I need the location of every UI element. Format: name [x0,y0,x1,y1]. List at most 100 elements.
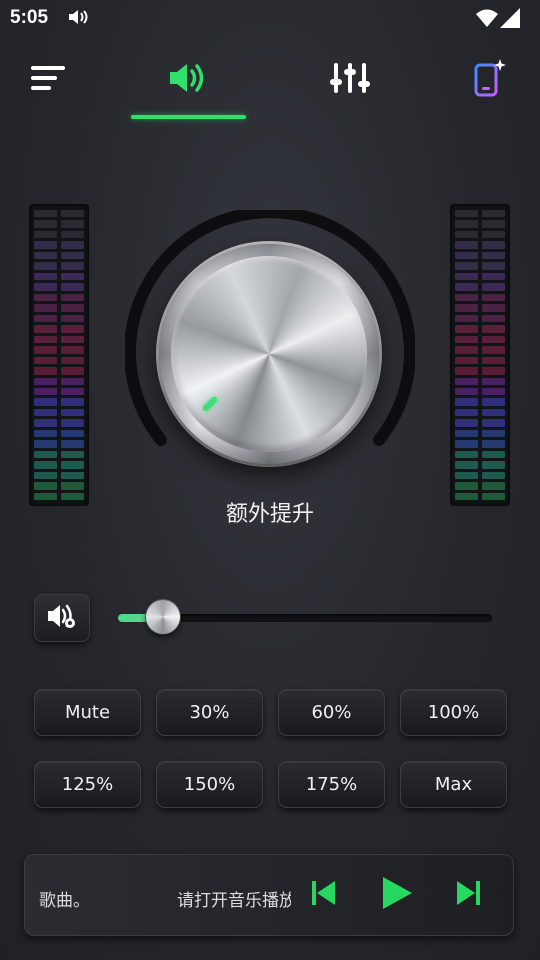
vu-segment [34,241,57,249]
vu-column [34,210,57,501]
slider-thumb[interactable] [145,600,180,634]
vu-segment [34,440,57,448]
vu-segment [482,408,505,417]
vu-segment [61,346,84,354]
vu-segment [61,387,84,396]
vu-segment [455,283,478,291]
vu-segment [455,272,478,281]
preset-row-2: 125% 150% 175% Max [34,761,507,808]
vu-segment [482,304,505,312]
menu-button[interactable] [24,50,74,110]
preset-mute-button[interactable]: Mute [34,689,141,736]
vu-segment [34,367,57,375]
top-navigation [0,50,540,122]
vu-segment [61,471,84,480]
vu-segment [482,387,505,396]
vu-segment [61,429,84,438]
next-button[interactable] [453,877,483,913]
vu-segment [61,251,84,260]
vu-segment [482,241,505,249]
vu-segment [455,230,478,239]
vu-segment [455,241,478,249]
vu-segment [61,241,84,249]
vu-segment [482,398,505,406]
vu-segment [34,471,57,480]
vu-segment [482,283,505,291]
vu-segment [61,398,84,406]
vu-segment [34,230,57,239]
preset-100-button[interactable]: 100% [400,689,507,736]
play-button[interactable] [377,875,417,915]
vu-segment [34,283,57,291]
volume-boost-icon [168,61,208,100]
vu-segment [455,325,478,333]
vu-segment [482,230,505,239]
signal-icon [500,8,520,33]
vu-segment [455,482,478,490]
vu-segment [482,293,505,302]
vu-segment [482,325,505,333]
sound-status-icon [68,9,90,30]
vu-segment [455,429,478,438]
preset-30-button[interactable]: 30% [156,689,263,736]
vu-segment [34,314,57,323]
vu-segment [455,251,478,260]
vu-segment [455,387,478,396]
vu-segment [34,335,57,344]
knob-face [171,256,367,452]
vu-segment [482,272,505,281]
vu-segment [61,450,84,459]
vu-segment [34,346,57,354]
tab-theme[interactable] [462,50,518,110]
vu-segment [482,346,505,354]
volume-settings-button[interactable] [34,594,90,642]
vu-segment [455,440,478,448]
vu-segment [455,293,478,302]
vu-segment [34,220,57,228]
vu-segment [34,429,57,438]
previous-icon [312,880,336,911]
vu-segment [61,314,84,323]
vu-segment [61,293,84,302]
song-title: 歌曲。 [39,891,90,911]
preset-60-button[interactable]: 60% [278,689,385,736]
vu-segment [482,335,505,344]
boost-knob[interactable] [159,244,379,464]
tab-volume-boost[interactable] [130,50,246,110]
vu-segment [61,461,84,469]
vu-segment [61,482,84,490]
vu-segment [34,482,57,490]
tab-equalizer[interactable] [318,50,382,110]
vu-segment [61,262,84,270]
menu-icon [31,64,67,97]
vu-segment [61,210,84,218]
vu-segment [34,251,57,260]
vu-segment [34,210,57,218]
vu-segment [34,377,57,385]
preset-150-button[interactable]: 150% [156,761,263,808]
vu-segment [61,367,84,375]
preset-175-button[interactable]: 175% [278,761,385,808]
vu-segment [482,461,505,469]
vu-segment [61,377,84,385]
vu-segment [482,482,505,490]
volume-settings-icon [46,603,78,634]
vu-segment [482,262,505,270]
vu-segment [455,408,478,417]
vu-segment [61,408,84,417]
previous-button[interactable] [309,877,339,913]
vu-segment [482,314,505,323]
vu-segment [482,429,505,438]
preset-max-button[interactable]: Max [400,761,507,808]
vu-segment [34,450,57,459]
preset-row-1: Mute 30% 60% 100% [34,689,507,736]
vu-segment [34,293,57,302]
vu-segment [482,377,505,385]
mini-player: 歌曲。 请打开音乐播放 [24,854,514,936]
vu-segment [34,325,57,333]
preset-125-button[interactable]: 125% [34,761,141,808]
vu-meter-right [450,204,510,506]
vu-segment [34,408,57,417]
vu-segment [455,461,478,469]
vu-segment [61,419,84,427]
